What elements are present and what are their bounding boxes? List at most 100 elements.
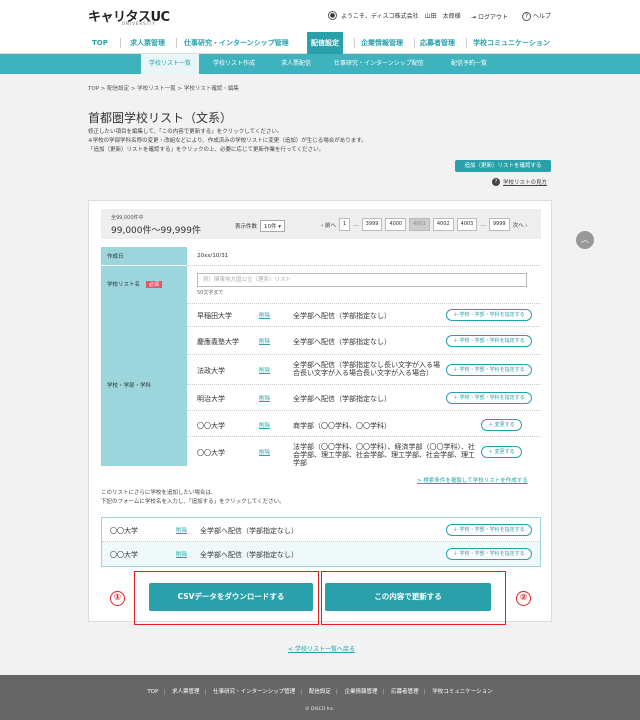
header: キャリタスUC UNIVERSITY ● ようこそ、ディスコ株式会社 山田 太郎様… [0, 0, 640, 32]
footer-link[interactable]: 求人票管理 [167, 689, 205, 695]
pager-bar: 全99,000件中 99,000件～99,999件 表示件数 10件 ▾ ‹ 前… [101, 209, 541, 239]
schools-label: 学校・学部・学科 [101, 303, 187, 466]
school-rows: 早稲田大学 削除 全学部へ配信（学部指定なし） ＋ 学校・学部・学科を指定する … [187, 303, 541, 467]
chevron-up-icon: ︿ [581, 235, 589, 244]
add-school-row: 〇〇大学 削除 全学部へ配信（学部指定なし） ＋ 学校・学部・学科を指定する [102, 518, 540, 542]
school-dept: 商学部（〇〇学科、〇〇学科） [293, 422, 391, 430]
list-name-input[interactable]: 例）関東地方国公立（理系）リスト [197, 272, 527, 287]
footer: TOP | 求人票管理 | 仕事研究・インターンシップ管理 | 配信設定 | 企業情報管… [0, 675, 640, 720]
footer-nav: TOP | 求人票管理 | 仕事研究・インターンシップ管理 | 配信設定 | 企業情報管… [0, 687, 640, 695]
help-link[interactable]: ? ヘルプ [521, 11, 551, 21]
date-label: 作成日 [101, 247, 187, 266]
nav-delivery-settings[interactable]: 配信設定 [307, 32, 343, 54]
school-row: 慶應義塾大学 削除 全学部へ配信（学部指定なし） ＋ 学校・学部・学科を指定する [187, 327, 541, 355]
page-button[interactable]: 1 [338, 218, 351, 231]
specify-school-button[interactable]: ＋ 学校・学部・学科を指定する [446, 392, 532, 404]
school-name: 〇〇大学 [110, 527, 138, 535]
delete-link[interactable]: 削除 [176, 550, 187, 558]
csv-download-button[interactable]: CSVデータをダウンロードする [149, 583, 313, 611]
next-page-link[interactable]: 次へ › [513, 221, 528, 229]
question-icon: ? [492, 178, 500, 186]
subnav-create-list[interactable]: 学校リスト作成 [213, 54, 255, 74]
nav-job-posting[interactable]: 求人票管理 [130, 32, 165, 54]
page-button-current: 4001 [409, 218, 430, 231]
school-row: 明治大学 削除 全学部へ配信（学部指定なし） ＋ 学校・学部・学科を指定する [187, 385, 541, 411]
change-button[interactable]: ＋ 変更する [481, 446, 522, 458]
delete-link[interactable]: 削除 [259, 448, 270, 456]
footer-link[interactable]: 企業情報管理 [340, 689, 383, 695]
nav-separator [354, 38, 355, 48]
list-name-note: 50文字まで [197, 289, 224, 296]
add-school-note: このリストにさらに学校を追加したい場合は、 下記のフォームに学校名を入力し、「追加… [101, 490, 285, 505]
user-greeting: ● ようこそ、ディスコ株式会社 山田 太郎様 [328, 11, 461, 20]
update-button[interactable]: この内容で更新する [325, 583, 491, 611]
page-button[interactable]: 4000 [385, 218, 407, 231]
school-dept: 法学部（〇〇学科、〇〇学科）、経済学部（〇〇学科）、社会学部、理工学部、社会学部… [293, 443, 475, 467]
delete-link[interactable]: 削除 [259, 421, 270, 429]
footer-link[interactable]: 仕事研究・インターンシップ管理 [208, 689, 300, 695]
logout-link[interactable]: ⇥ ログアウト [471, 12, 508, 21]
specify-school-button[interactable]: ＋ 学校・学部・学科を指定する [446, 364, 532, 376]
delete-link[interactable]: 削除 [259, 337, 270, 345]
footer-separator: | [335, 689, 338, 695]
confirm-update-list-button[interactable]: 追加（更新）リストを確認する [455, 160, 551, 172]
school-name: 法政大学 [197, 367, 225, 375]
delete-link[interactable]: 削除 [259, 394, 270, 402]
school-dept: 全学部へ配信（学部指定なし） [200, 527, 298, 535]
delete-link[interactable]: 削除 [259, 366, 270, 374]
page-button[interactable]: 9999 [488, 218, 510, 231]
school-list-card: 全99,000件中 99,000件～99,999件 表示件数 10件 ▾ ‹ 前… [88, 200, 552, 622]
subnav-school-list[interactable]: 学校リスト一覧 [141, 54, 200, 74]
specify-school-button[interactable]: ＋ 学校・学部・学科を指定する [446, 524, 532, 536]
footer-link[interactable]: 応募者管理 [386, 689, 424, 695]
school-name: 〇〇大学 [197, 422, 225, 430]
school-row: 〇〇大学 削除 法学部（〇〇学科、〇〇学科）、経済学部（〇〇学科）、社会学部、理… [187, 437, 541, 467]
page-title: 首都圏学校リスト（文系） [88, 111, 233, 125]
total-count: 全99,000件中 [111, 215, 144, 221]
nav-school-communication[interactable]: 学校コミュニケーション [473, 32, 550, 54]
school-name: 明治大学 [197, 395, 225, 403]
nav-separator [414, 38, 415, 48]
subnav-internship-delivery[interactable]: 仕事研究・インターンシップ配信 [334, 54, 424, 74]
list-name-label: 学校リスト名 必須 [101, 265, 187, 303]
pagination: ‹ 前へ 1 … 3999 4000 4001 4002 4003 … 9999… [321, 218, 528, 231]
specify-school-button[interactable]: ＋ 学校・学部・学科を指定する [446, 335, 532, 347]
school-row: 早稲田大学 削除 全学部へ配信（学部指定なし） ＋ 学校・学部・学科を指定する [187, 303, 541, 327]
delete-link[interactable]: 削除 [259, 311, 270, 319]
school-list-help-link[interactable]: ? 学校リストの見方 [492, 178, 547, 186]
page-button[interactable]: 4002 [432, 218, 454, 231]
subnav-job-delivery[interactable]: 求人票配信 [281, 54, 311, 74]
nav-company-info[interactable]: 企業情報管理 [361, 32, 403, 54]
footer-link[interactable]: 配信設定 [304, 689, 336, 695]
add-school-row: 〇〇大学 削除 全学部へ配信（学部指定なし） ＋ 学校・学部・学科を指定する [102, 542, 540, 566]
subnav-scheduled[interactable]: 配信予約一覧 [451, 54, 487, 74]
page-button[interactable]: 3999 [361, 218, 383, 231]
nav-separator [120, 38, 121, 48]
logo[interactable]: キャリタスUC UNIVERSITY [88, 6, 170, 26]
prev-page-link[interactable]: ‹ 前へ [321, 221, 336, 229]
scroll-top-button[interactable]: ︿ [576, 231, 594, 249]
delete-link[interactable]: 削除 [176, 526, 187, 534]
nav-top[interactable]: TOP [92, 32, 108, 54]
change-button[interactable]: ＋ 変更する [481, 419, 522, 431]
nav-internship[interactable]: 仕事研究・インターンシップ管理 [184, 32, 289, 54]
school-list-form: 作成日 20xx/10/31 学校リスト名 必須 例）関東地方国公立（理系）リスト… [101, 247, 541, 304]
school-name: 〇〇大学 [110, 551, 138, 559]
per-page-select[interactable]: 10件 ▾ [260, 220, 286, 232]
school-row: 法政大学 削除 全学部へ配信（学部指定なし長い文字が入る場合長い文字が入る場合長… [187, 355, 541, 385]
page-button[interactable]: 4003 [456, 218, 478, 231]
nav-applicants[interactable]: 応募者管理 [420, 32, 455, 54]
school-name: 早稲田大学 [197, 312, 232, 320]
footer-link[interactable]: TOP [142, 689, 163, 695]
copy-search-conditions-link[interactable]: > 検索条件を複製して学校リストを作成する [417, 476, 528, 484]
user-icon: ● [328, 11, 337, 20]
specify-school-button[interactable]: ＋ 学校・学部・学科を指定する [446, 548, 532, 560]
specify-school-button[interactable]: ＋ 学校・学部・学科を指定する [446, 309, 532, 321]
footer-link[interactable]: 学校コミュニケーション [427, 689, 497, 695]
main-nav: TOP 求人票管理 仕事研究・インターンシップ管理 配信設定 企業情報管理 応募… [0, 32, 640, 54]
ellipsis: … [353, 221, 359, 228]
school-dept: 全学部へ配信（学部指定なし） [293, 312, 391, 320]
school-name: 慶應義塾大学 [197, 338, 239, 346]
per-page: 表示件数 10件 ▾ [235, 220, 286, 232]
back-to-list-link[interactable]: < 学校リスト一覧へ戻る [288, 644, 355, 653]
